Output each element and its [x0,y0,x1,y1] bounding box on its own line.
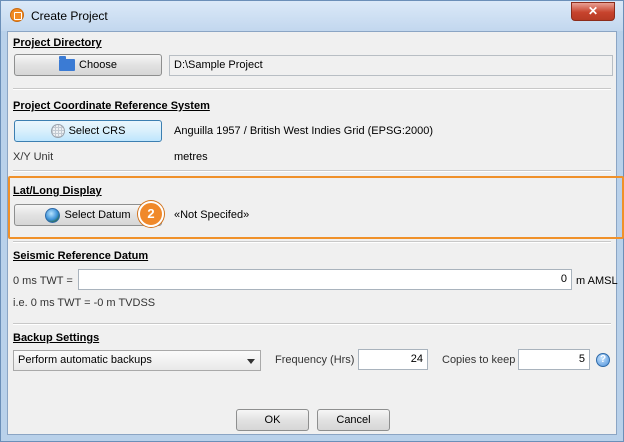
dialog-body: Project Directory Choose D:\Sample Proje… [7,31,624,435]
close-button[interactable]: ✕ [571,2,615,21]
crs-heading: Project Coordinate Reference System [13,100,210,112]
chevron-down-icon [247,359,255,364]
seismic-note: i.e. 0 ms TWT = -0 m TVDSS [13,297,156,309]
crs-value: Anguilla 1957 / British West Indies Grid… [174,125,434,137]
frequency-input[interactable]: 24 [358,349,428,370]
copies-label: Copies to keep [442,354,516,366]
choose-directory-button[interactable]: Choose [14,54,162,76]
copies-input[interactable]: 5 [518,349,590,370]
project-directory-heading: Project Directory [13,37,102,49]
ok-button[interactable]: OK [236,409,309,431]
seismic-heading: Seismic Reference Datum [13,250,149,262]
separator [13,170,611,172]
xy-unit-value: metres [174,151,208,163]
window-title: Create Project [31,9,108,23]
backup-mode-value: Perform automatic backups [18,354,152,366]
title-bar[interactable]: Create Project ✕ [1,1,623,31]
backup-mode-select[interactable]: Perform automatic backups [13,350,261,371]
twt-label: 0 ms TWT = [13,275,73,287]
seismic-unit: m AMSL [576,275,618,287]
create-project-window: Create Project ✕ Project Directory Choos… [0,0,624,442]
datum-value: «Not Specifed» [174,209,250,221]
select-crs-button[interactable]: Select CRS [14,120,162,142]
latlong-heading: Lat/Long Display [13,185,102,197]
choose-label: Choose [79,59,117,72]
select-crs-label: Select CRS [68,125,126,138]
callout-number-badge: 2 [138,201,164,227]
select-datum-label: Select Datum [64,209,131,222]
cancel-button[interactable]: Cancel [317,409,390,431]
separator [13,241,611,243]
separator [13,88,611,90]
project-path-field: D:\Sample Project [169,55,613,76]
folder-icon [59,56,76,72]
globe-icon [45,207,61,223]
app-icon [10,8,24,22]
separator [13,323,611,325]
backup-heading: Backup Settings [13,332,100,344]
help-icon[interactable]: ? [596,353,610,367]
frequency-label: Frequency (Hrs) [275,354,355,366]
globe-grid-icon [50,124,65,139]
seismic-datum-input[interactable]: 0 [78,269,572,290]
xy-unit-label: X/Y Unit [13,151,54,163]
